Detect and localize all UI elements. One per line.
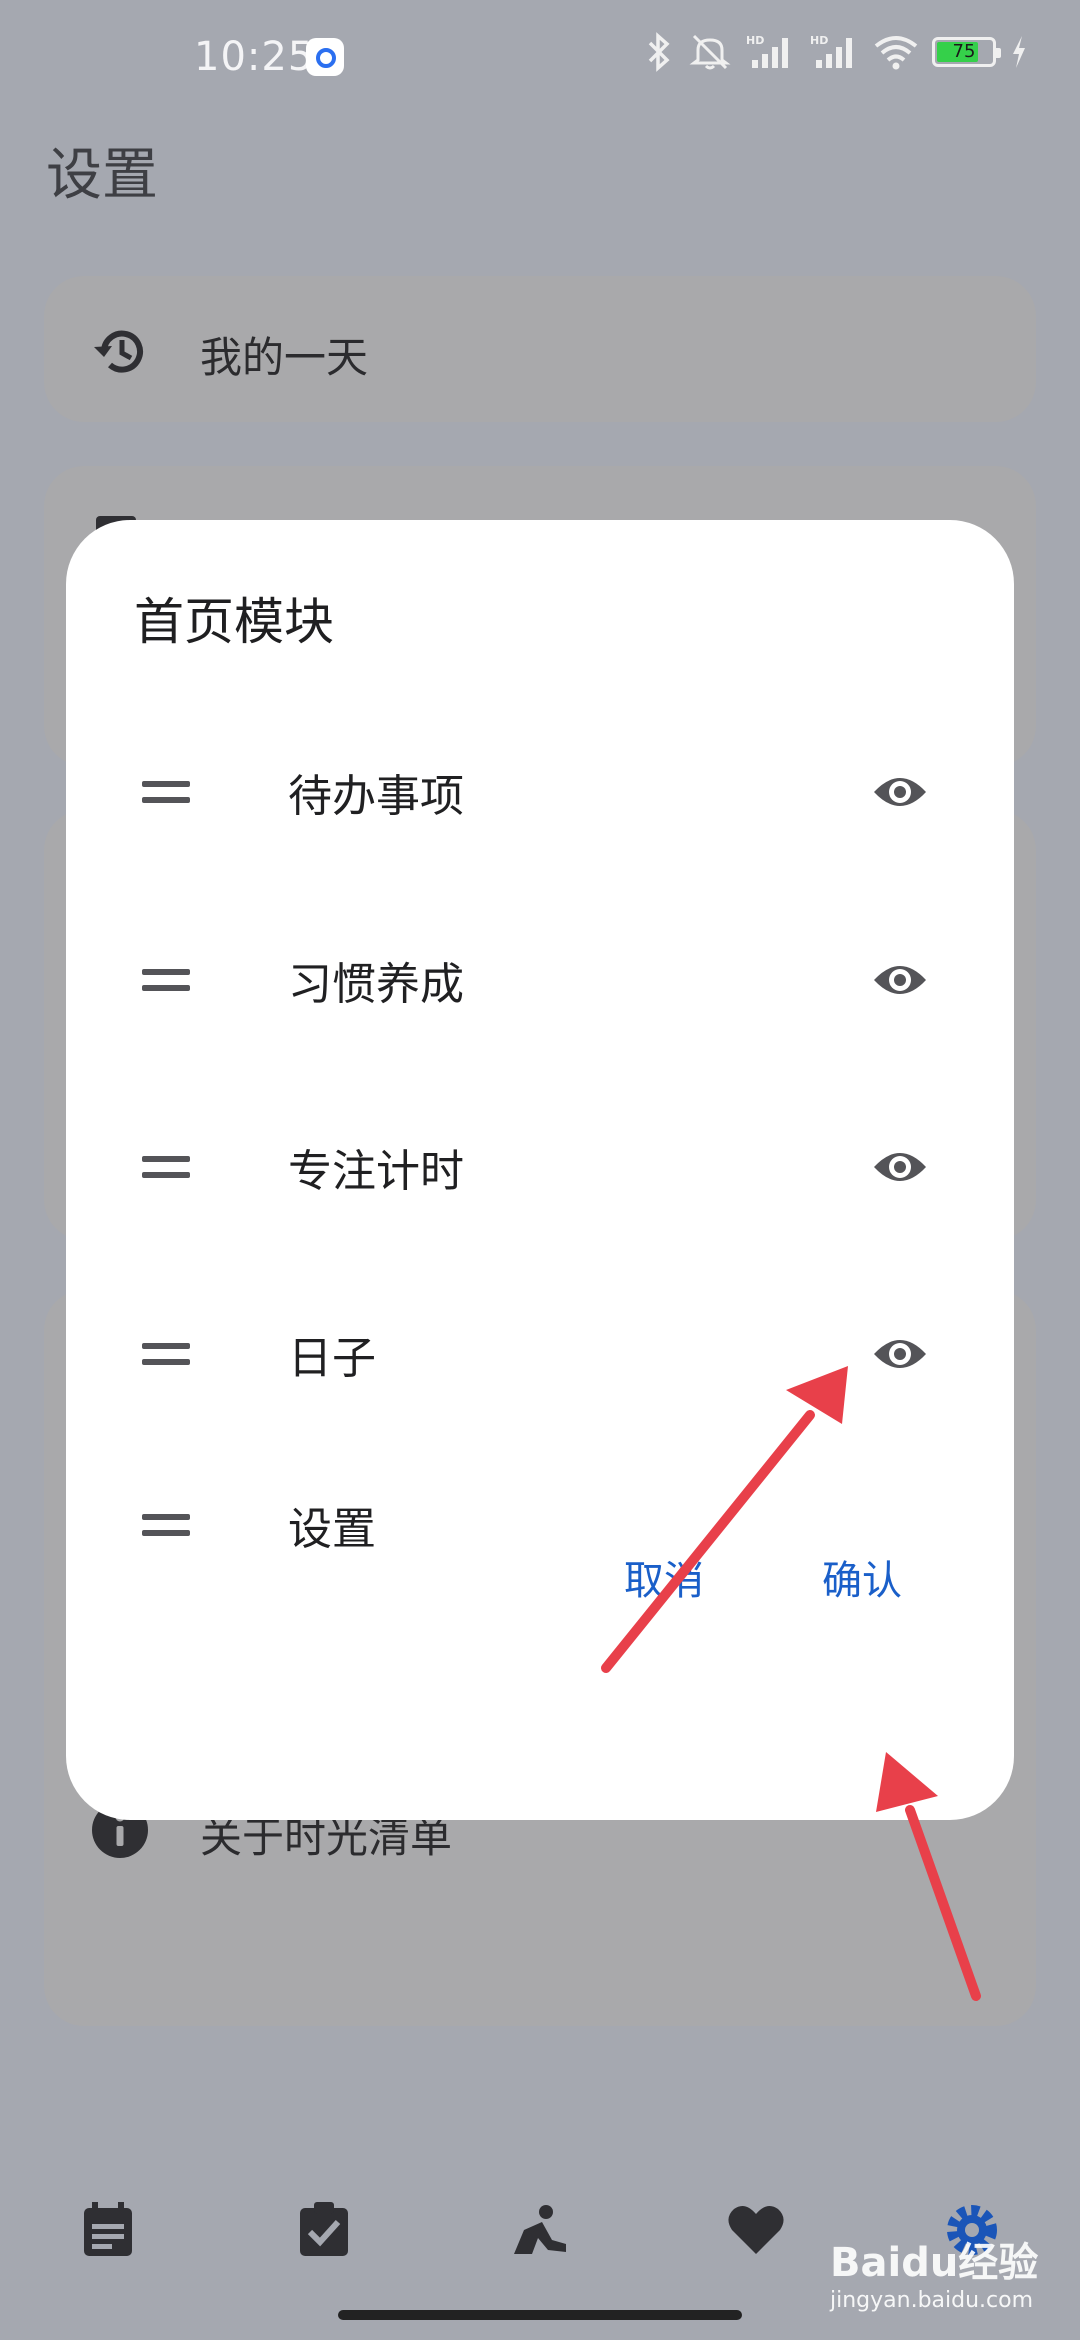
drag-handle-icon[interactable] [142,781,190,803]
module-row[interactable]: 日子 [66,1294,1014,1414]
module-row[interactable]: 专注计时 [66,1107,1014,1227]
status-bar: 10:25 HD HD 75 [0,0,1080,120]
nav-focus[interactable] [508,2198,572,2262]
home-modules-dialog: 首页模块 待办事项 习惯养成 专注计时 日子 设置 取消 确认 [66,520,1014,1820]
charging-icon [1013,36,1025,68]
checklist-icon [300,2202,348,2256]
module-label: 习惯养成 [288,959,464,1010]
drag-handle-icon[interactable] [142,1156,190,1178]
mute-icon [689,34,731,70]
drag-handle-icon[interactable] [142,1343,190,1365]
page-title: 设置 [46,143,158,208]
bluetooth-icon [648,32,670,72]
signal-hd-icon: HD [746,34,788,68]
nav-tasks[interactable] [292,2198,356,2262]
svg-text:HD: HD [746,34,764,47]
calendar-icon [84,2202,132,2256]
watermark-brand: Baidu经验 [830,2240,1039,2286]
module-label: 设置 [288,1504,376,1555]
settings-item-label: 我的一天 [200,333,369,382]
eye-visible-icon[interactable] [872,1143,928,1191]
module-label: 专注计时 [288,1146,464,1197]
drag-handle-icon[interactable] [142,1514,190,1536]
settings-card-my-day[interactable]: 我的一天 [44,276,1036,422]
svg-text:HD: HD [810,34,828,47]
status-icons: HD HD 75 [644,32,1028,72]
cancel-button[interactable]: 取消 [608,1538,720,1616]
nav-favorites[interactable] [724,2198,788,2262]
watermark-url: jingyan.baidu.com [830,2288,1034,2313]
module-label: 待办事项 [288,771,464,822]
module-row[interactable]: 待办事项 [66,732,1014,852]
module-row[interactable]: 习惯养成 [66,920,1014,1040]
eye-visible-icon[interactable] [872,768,928,816]
dialog-title: 首页模块 [134,593,334,651]
module-label: 日子 [288,1333,376,1384]
home-indicator[interactable] [338,2310,742,2320]
drag-handle-icon[interactable] [142,969,190,991]
eye-visible-icon[interactable] [872,1330,928,1378]
status-time: 10:25 [194,34,315,80]
signal-hd-icon: HD [810,34,852,68]
battery-level-text: 75 [952,41,976,62]
nav-calendar[interactable] [76,2198,140,2262]
focus-person-icon [514,2205,566,2254]
wifi-icon [874,36,918,70]
app-notification-icon [306,38,344,76]
heart-icon [728,2205,784,2254]
eye-visible-icon[interactable] [872,956,928,1004]
battery-icon: 75 [932,37,1001,67]
history-icon [94,330,143,373]
confirm-button[interactable]: 确认 [806,1538,918,1616]
